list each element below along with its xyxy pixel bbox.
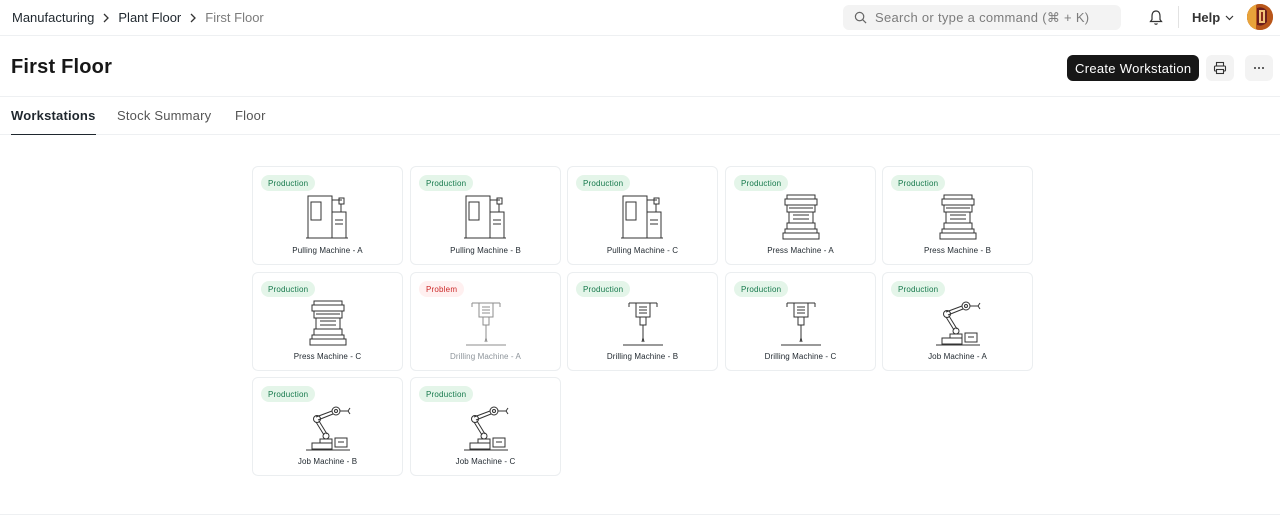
breadcrumb-item-plant-floor[interactable]: Plant Floor bbox=[118, 10, 181, 25]
workstation-card[interactable]: Production Press Machine - B bbox=[882, 166, 1033, 265]
workstation-name: Press Machine - B bbox=[923, 246, 992, 255]
workstation-name: Pulling Machine - C bbox=[606, 246, 679, 255]
workstation-name: Job Machine - C bbox=[455, 457, 516, 466]
more-horizontal-icon bbox=[1254, 67, 1264, 69]
printer-icon bbox=[1213, 61, 1227, 75]
chevron-right-icon bbox=[181, 11, 205, 25]
help-menu[interactable]: Help bbox=[1192, 10, 1234, 25]
workstation-name: Press Machine - C bbox=[293, 352, 362, 361]
workstation-card[interactable]: Production Press Machine - A bbox=[725, 166, 876, 265]
workstation-card[interactable]: Production Press Machine - C bbox=[252, 272, 403, 371]
pulling-machine-icon bbox=[620, 195, 663, 239]
search-input[interactable] bbox=[875, 10, 1115, 25]
search-bar[interactable] bbox=[843, 5, 1121, 30]
status-badge: Production bbox=[734, 281, 789, 297]
drilling-machine-icon bbox=[780, 302, 821, 346]
workstation-card[interactable]: Production Pulling Machine - A bbox=[252, 166, 403, 265]
workstation-name: Drilling Machine - B bbox=[606, 352, 679, 361]
workstation-card[interactable]: Problem Drilling Machine - A bbox=[410, 272, 561, 371]
press-machine-icon bbox=[939, 194, 976, 240]
drilling-machine-icon bbox=[465, 302, 506, 346]
status-badge: Problem bbox=[419, 281, 465, 297]
avatar[interactable] bbox=[1247, 4, 1273, 30]
workstation-card[interactable]: Production Job Machine - B bbox=[252, 377, 403, 476]
workstation-name: Drilling Machine - A bbox=[450, 352, 521, 361]
status-badge: Production bbox=[261, 386, 316, 402]
press-machine-icon bbox=[782, 194, 819, 240]
page-title: First Floor bbox=[11, 56, 113, 78]
navbar-divider bbox=[1178, 6, 1179, 28]
robot-arm-icon bbox=[935, 301, 980, 346]
status-badge: Production bbox=[891, 281, 946, 297]
chevron-right-icon bbox=[94, 11, 118, 25]
divider bbox=[0, 514, 1280, 515]
tab-workstations[interactable]: Workstations bbox=[11, 108, 96, 135]
top-navbar: Manufacturing Plant Floor First Floor He… bbox=[0, 0, 1280, 36]
pulling-machine-icon bbox=[463, 195, 506, 239]
status-badge: Production bbox=[261, 175, 316, 191]
workstation-name: Job Machine - B bbox=[297, 457, 358, 466]
workstation-name: Job Machine - A bbox=[928, 352, 987, 361]
create-workstation-button[interactable]: Create Workstation bbox=[1067, 55, 1200, 81]
workstation-card[interactable]: Production Pulling Machine - C bbox=[567, 166, 718, 265]
workstation-card[interactable]: Production Job Machine - A bbox=[882, 272, 1033, 371]
workstation-name: Press Machine - A bbox=[767, 246, 834, 255]
status-badge: Production bbox=[419, 386, 474, 402]
breadcrumb-item-current: First Floor bbox=[205, 10, 264, 25]
help-label: Help bbox=[1192, 10, 1221, 25]
pulling-machine-icon bbox=[305, 195, 348, 239]
breadcrumb: Manufacturing Plant Floor First Floor bbox=[12, 10, 264, 25]
print-button[interactable] bbox=[1206, 55, 1234, 81]
workstation-card[interactable]: Production Job Machine - C bbox=[410, 377, 561, 476]
workstation-card[interactable]: Production Drilling Machine - B bbox=[567, 272, 718, 371]
search-icon bbox=[854, 11, 867, 24]
tab-bar: Workstations Stock Summary Floor bbox=[0, 97, 1280, 135]
more-options-button[interactable] bbox=[1245, 55, 1273, 81]
workstation-name: Pulling Machine - B bbox=[450, 246, 521, 255]
status-badge: Production bbox=[576, 281, 631, 297]
robot-arm-icon bbox=[305, 406, 350, 451]
page-header: First Floor Create Workstation bbox=[0, 40, 1280, 97]
status-badge: Production bbox=[891, 175, 946, 191]
workstation-name: Pulling Machine - A bbox=[292, 246, 363, 255]
press-machine-icon bbox=[309, 300, 346, 346]
status-badge: Production bbox=[261, 281, 316, 297]
workstation-card[interactable]: Production Drilling Machine - C bbox=[725, 272, 876, 371]
workstation-name: Drilling Machine - C bbox=[764, 352, 837, 361]
drilling-machine-icon bbox=[622, 302, 663, 346]
robot-arm-icon bbox=[463, 406, 508, 451]
tab-stock-summary[interactable]: Stock Summary bbox=[117, 108, 211, 135]
breadcrumb-item-manufacturing[interactable]: Manufacturing bbox=[12, 10, 94, 25]
bell-icon[interactable] bbox=[1148, 9, 1164, 26]
tab-floor[interactable]: Floor bbox=[235, 108, 266, 135]
status-badge: Production bbox=[576, 175, 631, 191]
workstation-card[interactable]: Production Pulling Machine - B bbox=[410, 166, 561, 265]
status-badge: Production bbox=[419, 175, 474, 191]
status-badge: Production bbox=[734, 175, 789, 191]
chevron-down-icon bbox=[1225, 15, 1234, 20]
